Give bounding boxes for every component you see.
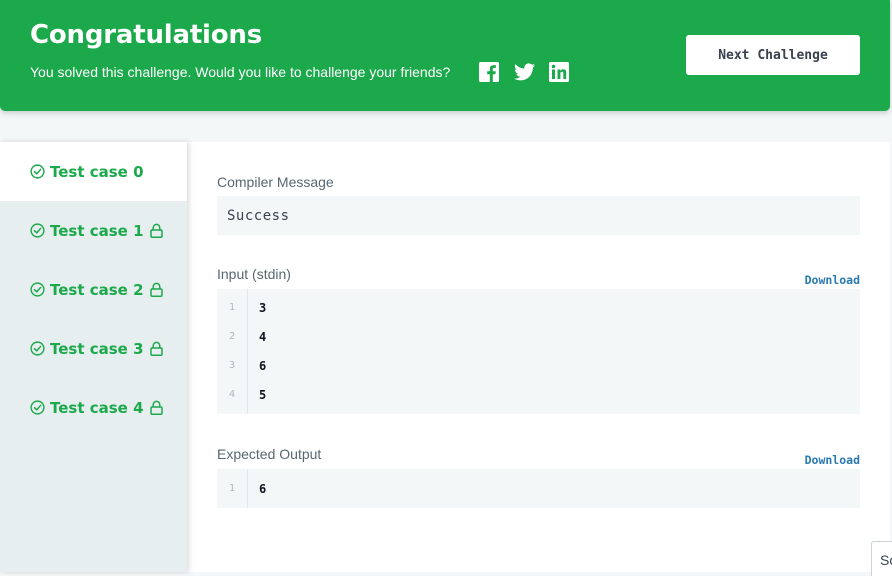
tab-label: Test case 4 — [50, 398, 144, 417]
line-number: 1 — [228, 302, 236, 313]
line-value: 3 — [259, 300, 267, 315]
banner-title: Congratulations — [30, 20, 263, 50]
line-value: 4 — [259, 329, 267, 344]
line-value: 6 — [259, 481, 267, 496]
tab-test-case-4[interactable]: Test case 4 — [0, 378, 187, 437]
code-line: 4 5 — [217, 380, 860, 409]
check-circle-icon — [30, 282, 45, 297]
code-line: 1 3 — [217, 293, 860, 322]
check-circle-icon — [30, 400, 45, 415]
input-download-link[interactable]: Download — [805, 273, 860, 287]
code-line: 1 6 — [217, 474, 860, 503]
line-number: 2 — [228, 331, 236, 342]
line-number: 3 — [228, 360, 236, 371]
twitter-icon[interactable] — [513, 61, 535, 83]
lock-icon — [149, 400, 163, 415]
tab-test-case-0[interactable]: Test case 0 — [0, 142, 187, 201]
line-number: 4 — [228, 389, 236, 400]
lock-icon — [149, 282, 163, 297]
facebook-icon[interactable] — [478, 61, 500, 83]
next-challenge-button[interactable]: Next Challenge — [686, 35, 860, 75]
code-line: 2 4 — [217, 322, 860, 351]
code-line: 3 6 — [217, 351, 860, 380]
tab-label: Test case 3 — [50, 339, 144, 358]
tab-test-case-3[interactable]: Test case 3 — [0, 319, 187, 378]
input-code-box: 1 3 2 4 3 6 4 5 — [217, 289, 860, 414]
expected-output-label: Expected Output — [217, 446, 322, 462]
compiler-message-label: Compiler Message — [217, 174, 334, 190]
linkedin-icon[interactable] — [548, 61, 570, 83]
tab-test-case-2[interactable]: Test case 2 — [0, 260, 187, 319]
check-circle-icon — [30, 341, 45, 356]
check-circle-icon — [30, 223, 45, 238]
lock-icon — [149, 341, 163, 356]
input-label: Input (stdin) — [217, 266, 291, 282]
lock-icon — [149, 223, 163, 238]
tab-label: Test case 1 — [50, 221, 144, 240]
corner-floating-tab[interactable]: Sc — [871, 541, 892, 576]
tab-label: Test case 2 — [50, 280, 144, 299]
banner-subtitle: You solved this challenge. Would you lik… — [30, 64, 451, 80]
test-case-tabs: Test case 0 Test case 1 Test case 2 Test… — [0, 142, 187, 572]
line-value: 5 — [259, 387, 267, 402]
check-circle-icon — [30, 164, 45, 179]
compiler-message-box: Success — [217, 196, 860, 235]
success-banner: Congratulations You solved this challeng… — [0, 0, 890, 111]
expected-output-download-link[interactable]: Download — [805, 453, 860, 467]
line-number: 1 — [228, 483, 236, 494]
expected-output-code-box: 1 6 — [217, 469, 860, 508]
line-value: 6 — [259, 358, 267, 373]
tab-test-case-1[interactable]: Test case 1 — [0, 201, 187, 260]
results-panel: Test case 0 Test case 1 Test case 2 Test… — [0, 142, 890, 572]
tab-label: Test case 0 — [50, 162, 144, 181]
